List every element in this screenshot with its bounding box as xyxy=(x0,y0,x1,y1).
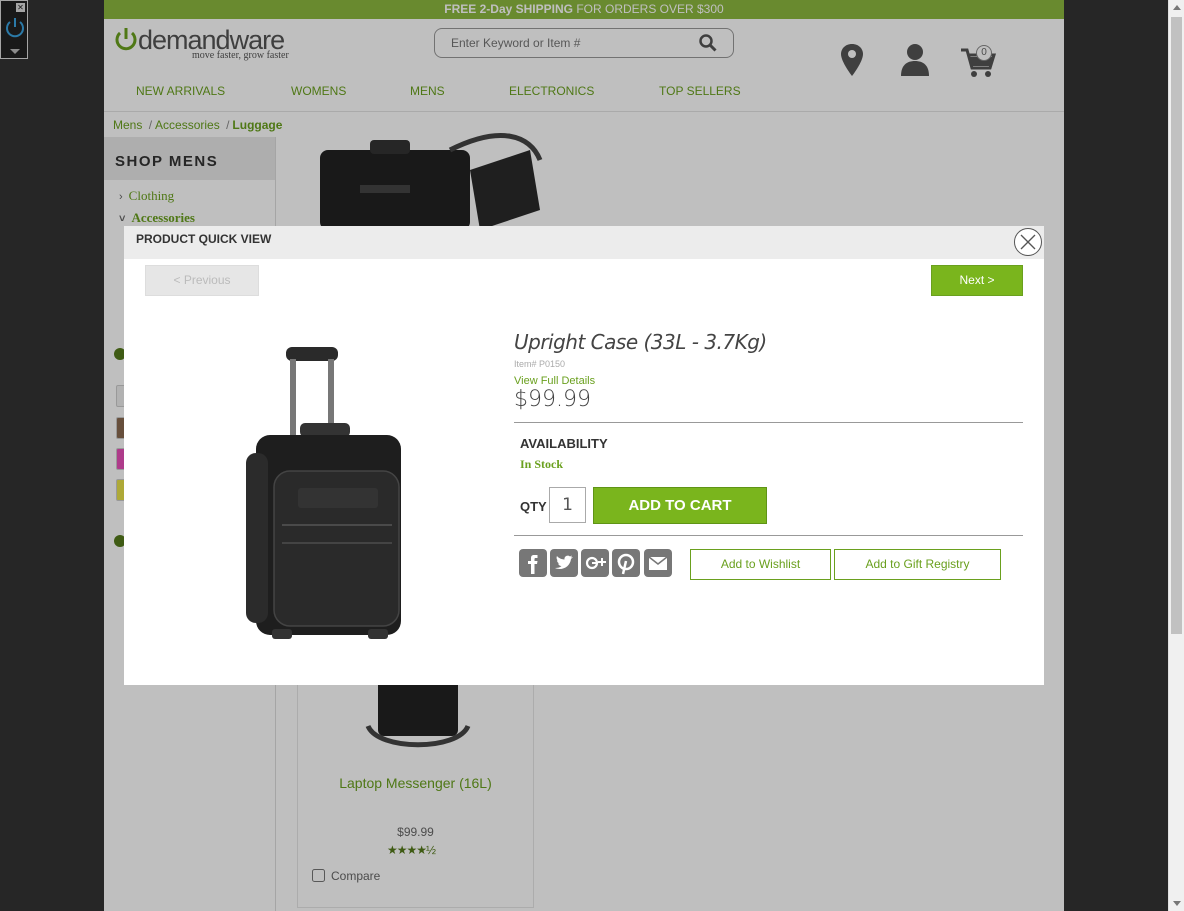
item-number: Item# P0150 xyxy=(514,359,566,369)
scrollbar-thumb[interactable] xyxy=(1171,17,1182,634)
add-to-wishlist-button[interactable]: Add to Wishlist xyxy=(690,549,831,580)
availability-label: AVAILABILITY xyxy=(520,436,608,451)
quick-view-modal: PRODUCT QUICK VIEW < Previous Next > Upr… xyxy=(124,226,1044,685)
qty-label: QTY xyxy=(520,499,547,514)
next-button[interactable]: Next > xyxy=(931,265,1023,296)
email-icon[interactable] xyxy=(644,549,672,577)
pinterest-icon[interactable] xyxy=(612,549,640,577)
add-to-gift-registry-button[interactable]: Add to Gift Registry xyxy=(834,549,1001,580)
divider xyxy=(514,422,1023,423)
close-button[interactable] xyxy=(1014,228,1042,256)
page-scrollbar[interactable] xyxy=(1168,0,1184,911)
add-to-cart-button[interactable]: ADD TO CART xyxy=(593,487,767,524)
product-price: $99.99 xyxy=(514,387,591,412)
product-details: Upright Case (33L - 3.7Kg) Item# P0150 V… xyxy=(514,330,1023,586)
facebook-icon[interactable] xyxy=(519,549,547,577)
scroll-up-icon[interactable] xyxy=(1173,5,1181,10)
quantity-field[interactable]: 1 xyxy=(549,487,586,523)
scroll-down-icon[interactable] xyxy=(1173,901,1181,906)
twitter-icon[interactable] xyxy=(550,549,578,577)
view-full-details-link[interactable]: View Full Details xyxy=(514,375,1023,387)
product-name: Upright Case (33L - 3.7Kg) xyxy=(514,330,767,354)
product-image xyxy=(246,347,401,639)
modal-title: PRODUCT QUICK VIEW xyxy=(124,226,1044,259)
share-row: Add to Wishlist Add to Gift Registry xyxy=(514,536,1023,586)
previous-button[interactable]: < Previous xyxy=(145,265,259,296)
google-plus-icon[interactable] xyxy=(581,549,609,577)
close-icon xyxy=(1020,234,1036,250)
availability-status: In Stock xyxy=(520,457,564,471)
